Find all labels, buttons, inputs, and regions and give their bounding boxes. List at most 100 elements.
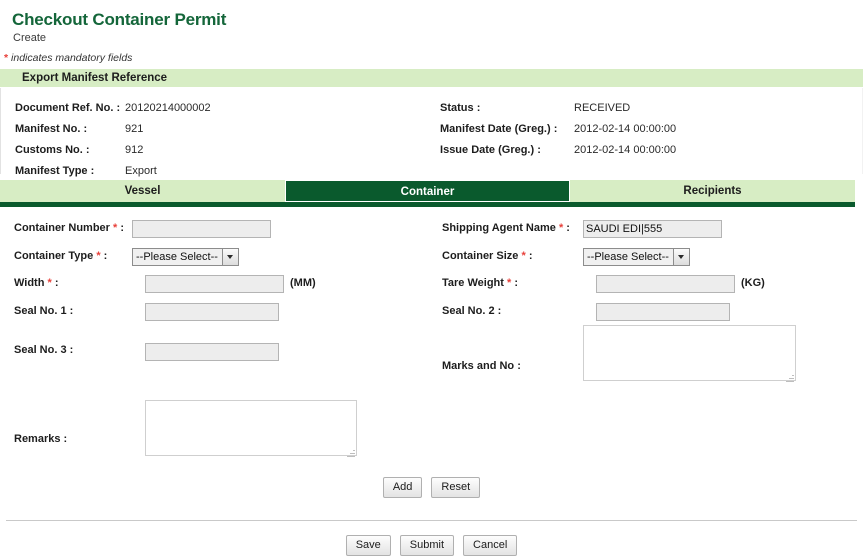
field-width: Width * : (MM) bbox=[0, 275, 430, 293]
remarks-textarea[interactable] bbox=[145, 400, 357, 456]
label-container-type: Container Type * : bbox=[14, 248, 132, 265]
label-tare-weight-text: Tare Weight bbox=[442, 277, 504, 289]
reference-row: Customs No. : 912 Issue Date (Greg.) : 2… bbox=[1, 139, 862, 160]
field-seal-no-2: Seal No. 2 : bbox=[430, 303, 863, 321]
width-input[interactable] bbox=[145, 275, 284, 293]
label-colon: : bbox=[104, 250, 108, 262]
container-number-input[interactable] bbox=[132, 220, 271, 238]
label-colon: : bbox=[498, 305, 502, 317]
label-colon: : bbox=[70, 344, 74, 356]
section-header-export-manifest-reference: Export Manifest Reference bbox=[0, 69, 863, 88]
label-container-number: Container Number * : bbox=[14, 220, 132, 237]
label-colon: : bbox=[55, 277, 59, 289]
label-manifest-date: Manifest Date (Greg.) : bbox=[440, 123, 574, 135]
label-remarks: Remarks : bbox=[14, 430, 132, 449]
reference-row: Manifest Type : Export bbox=[1, 160, 862, 181]
value-manifest-date: 2012-02-14 00:00:00 bbox=[574, 123, 676, 135]
footer-divider bbox=[6, 520, 857, 521]
form-row: Remarks : bbox=[0, 400, 863, 459]
label-width-text: Width bbox=[14, 277, 44, 289]
label-status: Status : bbox=[440, 102, 574, 114]
required-asterisk-icon: * bbox=[48, 277, 52, 289]
label-container-size-text: Container Size bbox=[442, 250, 518, 262]
page-subtitle: Create bbox=[13, 31, 863, 45]
container-size-select[interactable]: --Please Select-- bbox=[583, 248, 690, 266]
container-form: Container Number * : Shipping Agent Name… bbox=[0, 220, 863, 498]
label-manifest-type: Manifest Type : bbox=[15, 165, 125, 177]
mandatory-fields-note: * indicates mandatory fields bbox=[4, 52, 863, 64]
page-title: Checkout Container Permit bbox=[12, 10, 863, 30]
field-seal-no-3: Seal No. 3 : bbox=[0, 341, 430, 361]
label-shipping-agent-name-text: Shipping Agent Name bbox=[442, 222, 556, 234]
label-container-type-text: Container Type bbox=[14, 250, 93, 262]
label-seal-no-2: Seal No. 2 : bbox=[442, 303, 583, 320]
container-type-selected-value: --Please Select-- bbox=[133, 249, 222, 265]
tab-bar: Vessel Container Recipients bbox=[0, 180, 855, 207]
marks-and-no-textarea[interactable] bbox=[583, 325, 796, 381]
field-container-type: Container Type * : --Please Select-- bbox=[0, 248, 430, 266]
reference-field-customs-no: Customs No. : 912 bbox=[1, 144, 430, 156]
seal-no-1-input[interactable] bbox=[145, 303, 279, 321]
add-button[interactable]: Add bbox=[383, 477, 423, 498]
tab-container[interactable]: Container bbox=[285, 180, 570, 202]
value-manifest-no: 921 bbox=[125, 123, 143, 135]
form-row: Container Type * : --Please Select-- Con… bbox=[0, 248, 863, 270]
label-marks-and-no: Marks and No : bbox=[442, 357, 583, 376]
label-seal-no-3: Seal No. 3 : bbox=[14, 341, 132, 360]
required-asterisk-icon: * bbox=[521, 250, 525, 262]
field-marks-and-no: Marks and No : bbox=[430, 325, 863, 384]
label-manifest-no: Manifest No. : bbox=[15, 123, 125, 135]
seal-no-2-input[interactable] bbox=[596, 303, 730, 321]
container-size-selected-value: --Please Select-- bbox=[584, 249, 673, 265]
tare-weight-unit-label: (KG) bbox=[741, 275, 765, 292]
label-colon: : bbox=[120, 222, 124, 234]
form-row: Seal No. 1 : Seal No. 2 : bbox=[0, 303, 863, 325]
label-issue-date: Issue Date (Greg.) : bbox=[440, 144, 574, 156]
tare-weight-input[interactable] bbox=[596, 275, 735, 293]
shipping-agent-name-input[interactable] bbox=[583, 220, 722, 238]
label-shipping-agent-name: Shipping Agent Name * : bbox=[442, 220, 583, 237]
tab-list: Vessel Container Recipients bbox=[0, 180, 855, 202]
tab-vessel[interactable]: Vessel bbox=[0, 180, 285, 202]
width-unit-label: (MM) bbox=[290, 275, 316, 292]
marks-and-no-wrapper bbox=[583, 325, 796, 384]
label-colon: : bbox=[64, 433, 68, 445]
field-tare-weight: Tare Weight * : (KG) bbox=[430, 275, 863, 293]
label-tare-weight: Tare Weight * : bbox=[442, 275, 583, 292]
chevron-down-icon bbox=[673, 249, 689, 265]
remarks-wrapper bbox=[145, 400, 357, 459]
reference-field-document-ref-no: Document Ref. No. : 20120214000002 bbox=[1, 102, 430, 114]
label-colon: : bbox=[529, 250, 533, 262]
cancel-button[interactable]: Cancel bbox=[463, 535, 517, 556]
label-width: Width * : bbox=[14, 275, 132, 292]
form-row: Container Number * : Shipping Agent Name… bbox=[0, 220, 863, 242]
seal-no-3-input[interactable] bbox=[145, 343, 279, 361]
value-document-ref-no: 20120214000002 bbox=[125, 102, 211, 114]
label-remarks-text: Remarks bbox=[14, 433, 60, 445]
form-row: Width * : (MM) Tare Weight * : (KG) bbox=[0, 275, 863, 297]
reset-button[interactable]: Reset bbox=[431, 477, 480, 498]
field-shipping-agent-name: Shipping Agent Name * : bbox=[430, 220, 863, 238]
save-button[interactable]: Save bbox=[346, 535, 391, 556]
page-header: Checkout Container Permit Create bbox=[0, 0, 863, 45]
reference-field-manifest-no: Manifest No. : 921 bbox=[1, 123, 430, 135]
label-colon: : bbox=[566, 222, 570, 234]
reference-row: Manifest No. : 921 Manifest Date (Greg.)… bbox=[1, 118, 862, 139]
reference-field-issue-date: Issue Date (Greg.) : 2012-02-14 00:00:00 bbox=[430, 144, 862, 156]
required-asterisk-icon: * bbox=[113, 222, 117, 234]
label-colon: : bbox=[70, 305, 74, 317]
label-container-number-text: Container Number bbox=[14, 222, 110, 234]
container-type-select[interactable]: --Please Select-- bbox=[132, 248, 239, 266]
reference-field-manifest-date: Manifest Date (Greg.) : 2012-02-14 00:00… bbox=[430, 123, 862, 135]
form-actions: Save Submit Cancel bbox=[0, 535, 863, 556]
submit-button[interactable]: Submit bbox=[400, 535, 454, 556]
chevron-down-icon bbox=[222, 249, 238, 265]
field-container-size: Container Size * : --Please Select-- bbox=[430, 248, 863, 266]
asterisk-icon: * bbox=[4, 52, 8, 64]
field-container-number: Container Number * : bbox=[0, 220, 430, 238]
mandatory-note-text: indicates mandatory fields bbox=[11, 52, 132, 64]
reference-field-manifest-type: Manifest Type : Export bbox=[1, 165, 430, 177]
label-customs-no: Customs No. : bbox=[15, 144, 125, 156]
label-container-size: Container Size * : bbox=[442, 248, 583, 265]
tab-recipients[interactable]: Recipients bbox=[570, 180, 855, 202]
